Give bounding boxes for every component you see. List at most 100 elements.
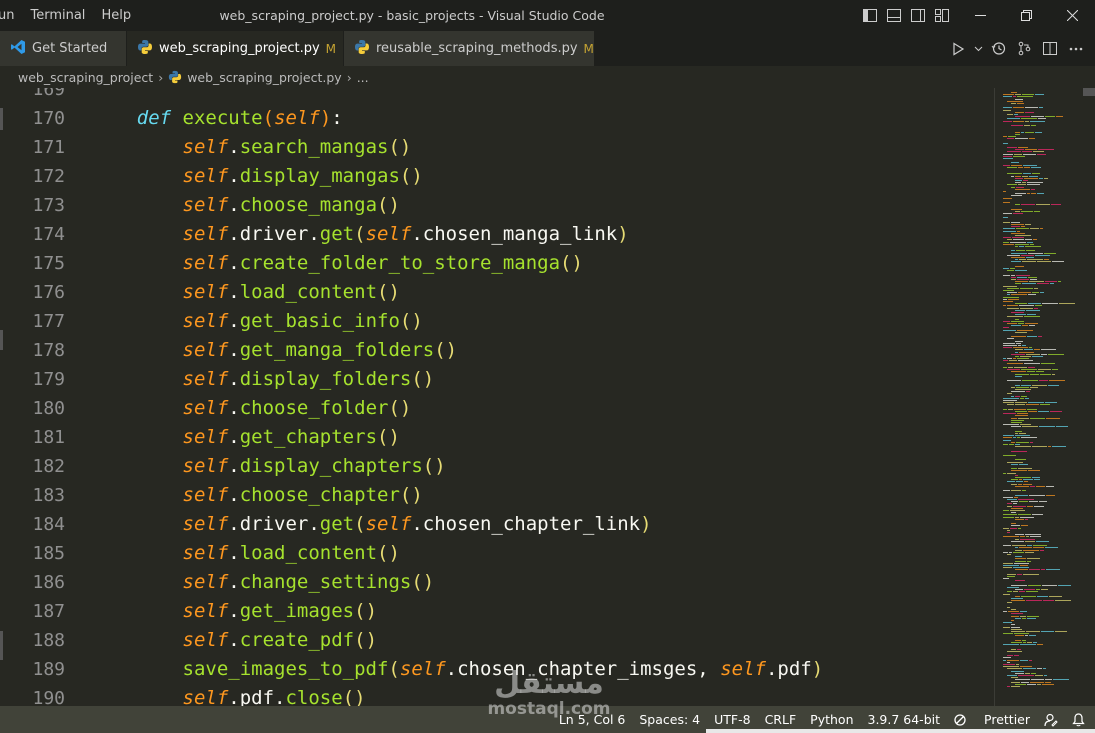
- python-interpreter[interactable]: 3.9.7 64-bit: [868, 712, 941, 727]
- minimap-line: [1017, 358, 1029, 360]
- minimap-line: [1003, 633, 1013, 635]
- menu-terminal[interactable]: Terminal: [22, 0, 93, 31]
- breadcrumb-folder[interactable]: web_scraping_project: [18, 70, 153, 85]
- scrollbar-thumb[interactable]: [1083, 88, 1095, 96]
- code-line[interactable]: 176 self.load_content(): [0, 278, 994, 307]
- code-line[interactable]: 171 self.search_mangas(): [0, 133, 994, 162]
- minimap-line: [1007, 270, 1014, 272]
- line-number: 171: [32, 137, 65, 158]
- prettier-status[interactable]: Prettier: [954, 712, 1030, 727]
- notifications-icon[interactable]: [1072, 712, 1085, 727]
- run-dropdown-icon[interactable]: [971, 31, 985, 66]
- code-line[interactable]: 180 self.choose_folder(): [0, 394, 994, 423]
- code-line[interactable]: 173 self.choose_manga(): [0, 191, 994, 220]
- minimap-line: [1007, 472, 1016, 474]
- minimap-line: [1027, 560, 1031, 562]
- code-token: .driver.: [228, 223, 320, 245]
- tab-web-scraping-project[interactable]: web_scraping_project.py M ✕: [127, 31, 356, 66]
- code-line[interactable]: 182 self.display_chapters(): [0, 452, 994, 481]
- minimap-line: [1050, 411, 1062, 412]
- toggle-primary-sidebar-icon[interactable]: [858, 0, 882, 31]
- minimap-line: [1018, 514, 1031, 516]
- run-icon[interactable]: [945, 31, 971, 66]
- minimap-line: [1011, 615, 1019, 617]
- minimap-line: [1011, 419, 1024, 421]
- code-line[interactable]: 169: [0, 88, 994, 104]
- restore-icon[interactable]: [1003, 0, 1049, 31]
- cursor-position[interactable]: Ln 5, Col 6: [559, 712, 626, 727]
- minimap-line: [1011, 648, 1016, 650]
- indentation[interactable]: Spaces: 4: [639, 712, 700, 727]
- code-line[interactable]: 189 save_images_to_pdf(self.chosen_chapt…: [0, 655, 994, 684]
- code-token: (: [388, 658, 400, 680]
- language-mode[interactable]: Python: [810, 712, 853, 727]
- timeline-icon[interactable]: [985, 31, 1011, 66]
- code-token: choose_chapter: [239, 484, 400, 506]
- menu-help[interactable]: Help: [93, 0, 139, 31]
- minimap-line: [1015, 430, 1022, 432]
- minimap-line: [1015, 180, 1022, 181]
- code-line[interactable]: 187 self.get_images(): [0, 597, 994, 626]
- code-line[interactable]: 188 self.create_pdf(): [0, 626, 994, 655]
- customize-layout-icon[interactable]: [930, 0, 954, 31]
- minimap-line: [1016, 342, 1021, 344]
- encoding[interactable]: UTF-8: [714, 712, 750, 727]
- minimap-line: [1007, 316, 1023, 318]
- code-line[interactable]: 174 self.driver.get(self.chosen_manga_li…: [0, 220, 994, 249]
- feedback-icon[interactable]: [1044, 713, 1058, 727]
- code-line[interactable]: 181 self.get_chapters(): [0, 423, 994, 452]
- minimap-line: [1035, 305, 1042, 307]
- minimap-line: [1015, 175, 1021, 177]
- code-line[interactable]: 183 self.choose_chapter(): [0, 481, 994, 510]
- code-token: self: [182, 600, 229, 622]
- code-editor[interactable]: 169 170 def execute(self): 171 self.search…: [0, 88, 994, 706]
- minimap-line: [1021, 131, 1024, 133]
- minimap-line: [1011, 681, 1020, 683]
- breadcrumb-file[interactable]: web_scraping_project.py: [187, 70, 342, 85]
- minimap-line: [1014, 408, 1026, 410]
- minimap-line: [1028, 411, 1037, 412]
- tab-get-started[interactable]: Get Started: [0, 31, 126, 66]
- minimap-line: [1048, 384, 1059, 386]
- code-line[interactable]: 186 self.change_settings(): [0, 568, 994, 597]
- minimap-line: [1011, 336, 1026, 338]
- minimap-line: [1003, 562, 1013, 564]
- minimap-line: [1003, 611, 1007, 613]
- code-line[interactable]: 190 self.pdf.close(): [0, 684, 994, 706]
- toggle-panel-icon[interactable]: [882, 0, 906, 31]
- minimize-icon[interactable]: [957, 0, 1003, 31]
- code-line[interactable]: 170 def execute(self):: [0, 104, 994, 133]
- close-icon[interactable]: [1049, 0, 1095, 31]
- minimap-line: [1022, 639, 1026, 641]
- toggle-secondary-sidebar-icon[interactable]: [906, 0, 930, 31]
- minimap-line: [1014, 633, 1029, 635]
- tab-reusable-scraping-methods[interactable]: reusable_scraping_methods.py M: [344, 31, 594, 66]
- minimap-line: [1041, 362, 1055, 364]
- code-line[interactable]: 185 self.load_content(): [0, 539, 994, 568]
- minimap-line: [1011, 221, 1020, 223]
- minimap-line: [1041, 353, 1047, 355]
- split-editor-icon[interactable]: [1037, 31, 1063, 66]
- code-line[interactable]: 184 self.driver.get(self.chosen_chapter_…: [0, 510, 994, 539]
- minimap-line: [1013, 239, 1024, 241]
- minimap-line: [1015, 351, 1018, 353]
- minimap-line: [1019, 433, 1026, 434]
- minimap-line: [1017, 329, 1033, 331]
- code-text: self.get_manga_folders(): [91, 336, 458, 365]
- end-of-line[interactable]: CRLF: [765, 712, 797, 727]
- minimap-line: [1025, 518, 1028, 520]
- menu-run[interactable]: un: [0, 0, 22, 31]
- minimap[interactable]: [994, 88, 1095, 706]
- code-line[interactable]: 175 self.create_folder_to_store_manga(): [0, 249, 994, 278]
- breadcrumb-symbol[interactable]: ...: [357, 70, 369, 85]
- code-line[interactable]: 172 self.display_mangas(): [0, 162, 994, 191]
- source-control-icon[interactable]: [1011, 31, 1037, 66]
- code-line[interactable]: 177 self.get_basic_info(): [0, 307, 994, 336]
- code-line[interactable]: 178 self.get_manga_folders(): [0, 336, 994, 365]
- more-icon[interactable]: [1063, 31, 1089, 66]
- minimap-line: [1043, 668, 1046, 670]
- code-line[interactable]: 179 self.display_folders(): [0, 365, 994, 394]
